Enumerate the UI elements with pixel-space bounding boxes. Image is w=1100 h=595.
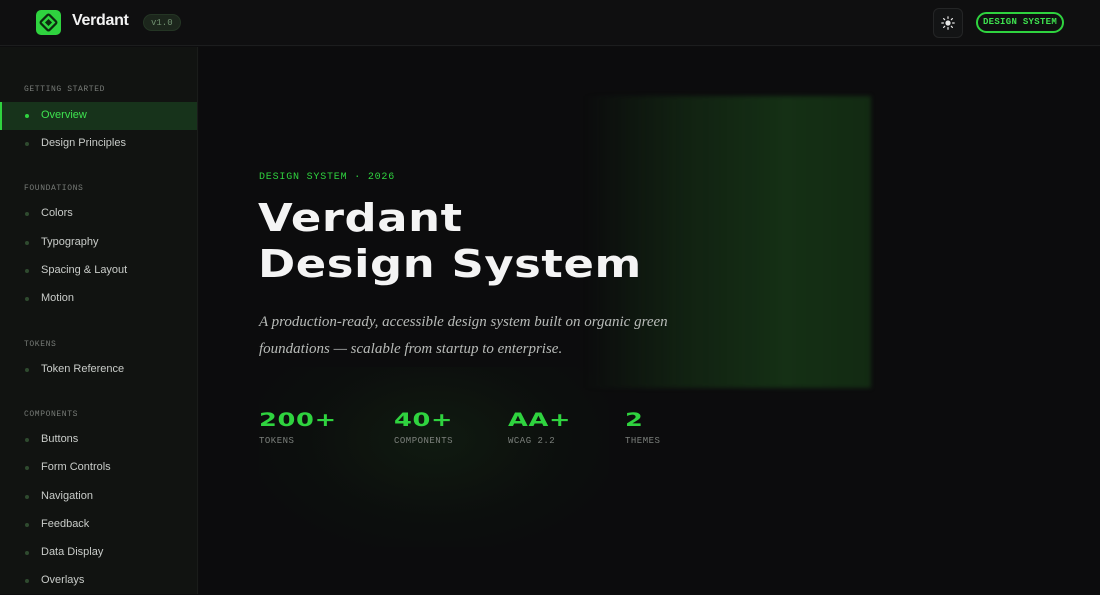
sidebar-item-label: Buttons: [41, 433, 79, 445]
dot-icon: [25, 523, 29, 527]
sidebar-item-label: Colors: [41, 207, 73, 219]
sidebar-item-colors[interactable]: Colors: [0, 200, 197, 228]
dot-icon: [25, 438, 29, 442]
sidebar-item-label: Design Principles: [41, 137, 126, 149]
stat-value: 40+: [394, 409, 454, 431]
dot-icon: [25, 142, 29, 146]
stat-label: WCAG 2.2: [508, 436, 556, 446]
dot-icon: [25, 368, 29, 372]
stat-label: COMPONENTS: [394, 436, 454, 446]
hero-eyebrow: DESIGN SYSTEM · 2026: [259, 172, 396, 183]
sidebar-item-form-controls[interactable]: Form Controls: [0, 454, 197, 482]
sidebar-item-label: Form Controls: [41, 461, 111, 473]
sidebar-section-getting-started: GETTING STARTED: [24, 85, 106, 94]
stat-wcag: AA+ WCAG 2.2: [508, 409, 571, 446]
theme-toggle-button[interactable]: [933, 8, 963, 38]
sidebar-item-feedback[interactable]: Feedback: [0, 511, 197, 539]
sidebar-item-label: Typography: [41, 236, 99, 248]
version-badge: v1.0: [143, 14, 181, 31]
sidebar-item-typography[interactable]: Typography: [0, 229, 197, 257]
sidebar-section-tokens: TOKENS: [24, 340, 57, 349]
sidebar-item-navigation[interactable]: Navigation: [0, 483, 197, 511]
dot-icon: [25, 495, 29, 499]
sidebar-item-label: Motion: [41, 292, 75, 304]
sidebar-item-overview[interactable]: Overview: [0, 102, 197, 130]
sidebar-item-motion[interactable]: Motion: [0, 285, 197, 313]
sun-icon: [941, 16, 955, 30]
sidebar-item-spacing-layout[interactable]: Spacing & Layout: [0, 257, 197, 285]
dot-icon: [25, 269, 29, 273]
stat-components: 40+ COMPONENTS: [394, 409, 453, 446]
stat-label: TOKENS: [259, 436, 295, 446]
page-title: Verdant Design System: [258, 195, 966, 287]
sidebar-section-foundations: FOUNDATIONS: [24, 184, 84, 193]
sidebar-item-overlays[interactable]: Overlays: [0, 567, 197, 595]
sidebar-item-label: Feedback: [41, 518, 90, 530]
design-system-badge[interactable]: DESIGN SYSTEM: [976, 12, 1064, 33]
sidebar-item-data-display[interactable]: Data Display: [0, 539, 197, 567]
sidebar-item-token-reference[interactable]: Token Reference: [0, 356, 197, 384]
dot-icon: [25, 551, 29, 555]
stat-themes: 2 THEMES: [625, 409, 660, 446]
sidebar-item-label: Data Display: [41, 546, 104, 558]
sidebar-item-label: Spacing & Layout: [41, 264, 128, 276]
sidebar-item-label: Navigation: [41, 490, 93, 502]
sidebar-section-components: COMPONENTS: [24, 410, 79, 419]
stat-label: THEMES: [625, 436, 661, 446]
dot-icon: [25, 241, 29, 245]
hero-section: DESIGN SYSTEM · 2026 Verdant Design Syst…: [199, 47, 1100, 594]
page-title-line-1: Verdant: [258, 196, 463, 240]
diamond-logo-icon[interactable]: [36, 10, 61, 35]
sidebar-item-label: Token Reference: [41, 363, 125, 375]
dot-icon: [25, 212, 29, 216]
top-bar: Verdant v1.0 DESIGN SYSTEM: [0, 0, 1100, 46]
stat-value: 2: [625, 409, 644, 431]
hero-glow-secondary: [259, 367, 609, 547]
sidebar-item-label: Overlays: [41, 574, 85, 586]
sidebar-item-buttons[interactable]: Buttons: [0, 426, 197, 454]
hero-description: A production-ready, accessible design sy…: [259, 314, 668, 357]
sidebar-item-label: Overview: [41, 109, 87, 121]
page-title-line-2: Design System: [258, 242, 642, 286]
dot-icon: [25, 466, 29, 470]
dot-icon: [25, 579, 29, 583]
dot-icon: [25, 297, 29, 301]
stat-value: 200+: [259, 409, 337, 431]
dot-icon: [25, 114, 29, 118]
stat-value: AA+: [508, 409, 572, 431]
sidebar: GETTING STARTED Overview Design Principl…: [0, 47, 198, 594]
stat-tokens: 200+ TOKENS: [259, 409, 336, 446]
sidebar-item-design-principles[interactable]: Design Principles: [0, 130, 197, 158]
brand-name[interactable]: Verdant: [72, 12, 129, 30]
